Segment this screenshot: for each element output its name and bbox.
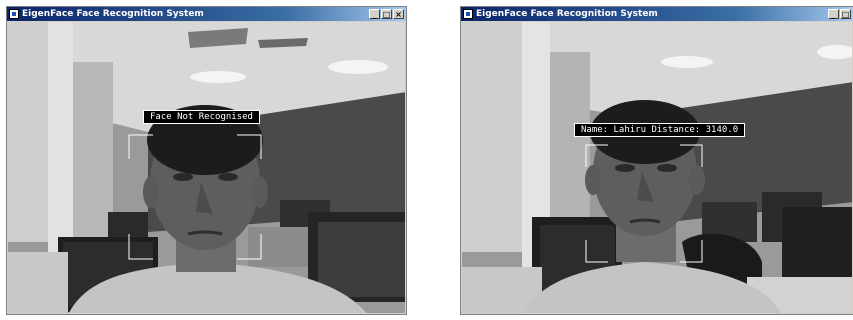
maximize-button[interactable]: □ bbox=[840, 9, 851, 19]
title-bar[interactable]: EigenFace Face Recognition System _ □ × bbox=[7, 7, 406, 21]
recognition-window-left: EigenFace Face Recognition System _ □ × bbox=[6, 6, 407, 315]
app-icon[interactable] bbox=[463, 9, 473, 19]
window-title: EigenFace Face Recognition System bbox=[22, 9, 204, 19]
maximize-button[interactable]: □ bbox=[381, 9, 392, 19]
app-icon[interactable] bbox=[9, 9, 19, 19]
minimize-button[interactable]: _ bbox=[369, 9, 380, 19]
webcam-frame-image bbox=[8, 22, 405, 313]
minimize-button[interactable]: _ bbox=[828, 9, 839, 19]
recognition-status-label: Face Not Recognised bbox=[143, 110, 260, 124]
webcam-frame-image bbox=[462, 22, 852, 313]
camera-feed: Face Not Recognised bbox=[8, 22, 405, 313]
title-bar[interactable]: EigenFace Face Recognition System _ □ bbox=[461, 7, 853, 21]
recognition-result-label: Name: Lahiru Distance: 3140.0 bbox=[574, 123, 746, 137]
close-button[interactable]: × bbox=[393, 9, 404, 19]
window-title: EigenFace Face Recognition System bbox=[476, 9, 658, 19]
recognition-window-right: EigenFace Face Recognition System _ □ Na… bbox=[460, 6, 853, 315]
camera-feed: Name: Lahiru Distance: 3140.0 bbox=[462, 22, 852, 313]
